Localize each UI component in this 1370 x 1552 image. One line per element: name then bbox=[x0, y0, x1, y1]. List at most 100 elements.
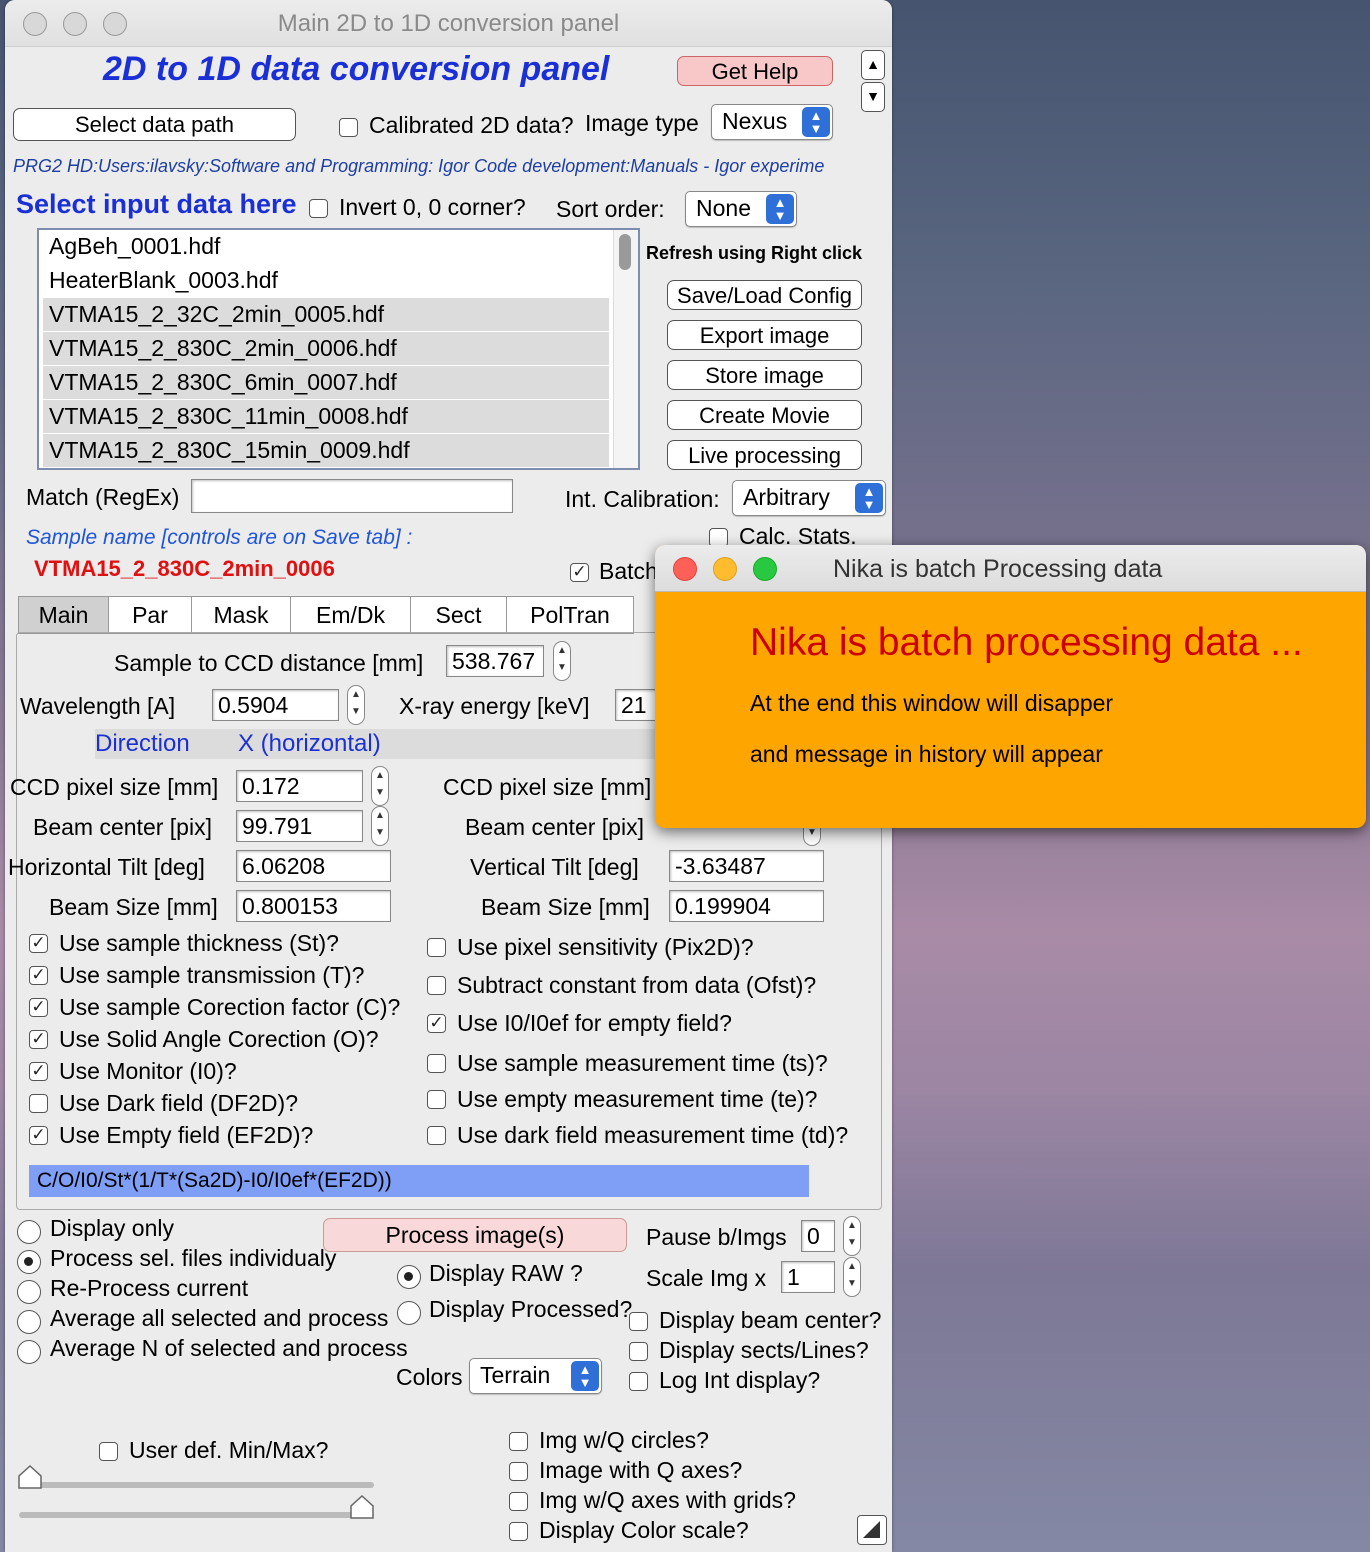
live-processing-button[interactable]: Live processing bbox=[667, 440, 862, 470]
calibrated-checkbox[interactable] bbox=[339, 118, 358, 137]
list-item[interactable]: AgBeh_0001.hdf bbox=[43, 230, 609, 263]
beam-size-y-input[interactable] bbox=[669, 890, 824, 922]
dialog-close-button[interactable] bbox=[673, 557, 697, 581]
scroll-down-button[interactable]: ▼ bbox=[861, 82, 885, 112]
resize-grip-icon[interactable] bbox=[857, 1515, 887, 1545]
dark-time-checkbox[interactable] bbox=[427, 1126, 446, 1145]
sample-transmission-checkbox[interactable]: ✓ bbox=[29, 966, 48, 985]
display-beam-center-label: Display beam center? bbox=[659, 1307, 882, 1333]
sample-time-checkbox[interactable] bbox=[427, 1054, 446, 1073]
mode-average-n-radio[interactable] bbox=[17, 1340, 41, 1364]
pause-label: Pause b/Imgs bbox=[646, 1224, 787, 1250]
q-grids-checkbox[interactable] bbox=[509, 1492, 528, 1511]
beam-center-x-stepper[interactable]: ▲ ▼ bbox=[371, 806, 389, 846]
min-slider-track[interactable] bbox=[19, 1482, 374, 1488]
wavelength-input[interactable] bbox=[212, 689, 339, 721]
colors-value: Terrain bbox=[480, 1362, 551, 1388]
dark-time-label: Use dark field measurement time (td)? bbox=[457, 1122, 849, 1148]
pixel-size-y-label: CCD pixel size [mm] bbox=[443, 774, 652, 800]
pause-input[interactable] bbox=[801, 1220, 835, 1252]
mode-reprocess-radio[interactable] bbox=[17, 1280, 41, 1304]
image-type-select[interactable]: Nexus ▲ ▼ bbox=[711, 104, 833, 140]
match-regex-input[interactable] bbox=[191, 479, 513, 513]
log-int-checkbox[interactable] bbox=[629, 1372, 648, 1391]
max-slider-track[interactable] bbox=[19, 1512, 374, 1518]
sample-thickness-checkbox[interactable]: ✓ bbox=[29, 934, 48, 953]
mode-display-only-radio[interactable] bbox=[17, 1220, 41, 1244]
list-item[interactable]: VTMA15_2_830C_2min_0006.hdf bbox=[43, 332, 609, 365]
horizontal-tilt-input[interactable] bbox=[236, 850, 391, 882]
pixel-sensitivity-checkbox[interactable] bbox=[427, 938, 446, 957]
distance-stepper[interactable]: ▲ ▼ bbox=[553, 641, 571, 681]
display-processed-radio[interactable] bbox=[397, 1301, 421, 1325]
create-movie-button[interactable]: Create Movie bbox=[667, 400, 862, 430]
save-load-config-button[interactable]: Save/Load Config bbox=[667, 280, 862, 310]
title-bar[interactable]: Main 2D to 1D conversion panel bbox=[5, 0, 892, 47]
display-sects-checkbox[interactable] bbox=[629, 1342, 648, 1361]
list-item[interactable]: VTMA15_2_830C_11min_0008.hdf bbox=[43, 400, 609, 433]
correction-factor-checkbox[interactable]: ✓ bbox=[29, 998, 48, 1017]
list-scroll-thumb[interactable] bbox=[619, 234, 631, 270]
empty-field-checkbox[interactable]: ✓ bbox=[29, 1126, 48, 1145]
scale-input[interactable] bbox=[781, 1261, 835, 1293]
sort-order-select[interactable]: None ▲ ▼ bbox=[685, 191, 797, 227]
mode-average-all-radio[interactable] bbox=[17, 1310, 41, 1334]
color-scale-checkbox[interactable] bbox=[509, 1522, 528, 1541]
list-item[interactable]: HeaterBlank_0003.hdf bbox=[43, 264, 609, 297]
colors-select[interactable]: Terrain ▲ ▼ bbox=[469, 1358, 602, 1394]
dialog-title-bar[interactable]: Nika is batch Processing data bbox=[655, 545, 1366, 592]
int-calibration-select[interactable]: Arbitrary ▲ ▼ bbox=[732, 480, 886, 516]
list-scrollbar[interactable] bbox=[613, 230, 638, 468]
beam-size-x-input[interactable] bbox=[236, 890, 391, 922]
empty-time-checkbox[interactable] bbox=[427, 1090, 446, 1109]
solid-angle-checkbox[interactable]: ✓ bbox=[29, 1030, 48, 1049]
list-item[interactable]: VTMA15_2_830C_15min_0009.hdf bbox=[43, 434, 609, 467]
beam-center-x-input[interactable] bbox=[236, 810, 363, 842]
tab-sect[interactable]: Sect bbox=[410, 596, 507, 634]
dialog-zoom-button[interactable] bbox=[753, 557, 777, 581]
dialog-headline: Nika is batch processing data ... bbox=[750, 621, 1303, 664]
tab-main[interactable]: Main bbox=[18, 596, 109, 634]
tab-poltran[interactable]: PolTran bbox=[506, 596, 634, 634]
empty-time-label: Use empty measurement time (te)? bbox=[457, 1086, 818, 1112]
list-item[interactable]: VTMA15_2_830C_6min_0007.hdf bbox=[43, 366, 609, 399]
q-circles-checkbox[interactable] bbox=[509, 1432, 528, 1451]
horizontal-tilt-label: Horizontal Tilt [deg] bbox=[8, 854, 205, 880]
batch-checkbox[interactable]: ✓ bbox=[570, 563, 589, 582]
dark-field-checkbox[interactable] bbox=[29, 1094, 48, 1113]
q-axes-label: Image with Q axes? bbox=[539, 1457, 743, 1483]
export-image-button[interactable]: Export image bbox=[667, 320, 862, 350]
tab-mask[interactable]: Mask bbox=[191, 596, 291, 634]
select-data-path-button[interactable]: Select data path bbox=[13, 108, 296, 141]
subtract-constant-checkbox[interactable] bbox=[427, 976, 446, 995]
empty-field-label: Use Empty field (EF2D)? bbox=[59, 1122, 314, 1148]
tab-par[interactable]: Par bbox=[108, 596, 192, 634]
file-list[interactable]: AgBeh_0001.hdf HeaterBlank_0003.hdf VTMA… bbox=[37, 228, 640, 470]
max-slider-handle[interactable] bbox=[349, 1494, 375, 1520]
process-images-button[interactable]: Process image(s) bbox=[323, 1218, 627, 1252]
distance-input[interactable] bbox=[446, 645, 544, 677]
i0-empty-checkbox[interactable]: ✓ bbox=[427, 1014, 446, 1033]
user-minmax-checkbox[interactable] bbox=[99, 1442, 118, 1461]
pixel-sensitivity-label: Use pixel sensitivity (Pix2D)? bbox=[457, 934, 754, 960]
pixel-size-x-input[interactable] bbox=[236, 770, 363, 802]
tab-em-dk[interactable]: Em/Dk bbox=[290, 596, 411, 634]
q-axes-checkbox[interactable] bbox=[509, 1462, 528, 1481]
mode-process-individually-radio[interactable] bbox=[17, 1250, 41, 1274]
invert-corner-checkbox[interactable] bbox=[309, 199, 328, 218]
sample-time-label: Use sample measurement time (ts)? bbox=[457, 1050, 828, 1076]
wavelength-stepper[interactable]: ▲ ▼ bbox=[347, 685, 365, 725]
list-item[interactable]: VTMA15_2_32C_2min_0005.hdf bbox=[43, 298, 609, 331]
pixel-size-x-stepper[interactable]: ▲ ▼ bbox=[371, 766, 389, 806]
scroll-up-button[interactable]: ▲ bbox=[861, 50, 885, 80]
display-beam-center-checkbox[interactable] bbox=[629, 1312, 648, 1331]
monitor-checkbox[interactable]: ✓ bbox=[29, 1062, 48, 1081]
vertical-tilt-input[interactable] bbox=[669, 850, 824, 882]
get-help-button[interactable]: Get Help bbox=[677, 56, 833, 86]
min-slider-handle[interactable] bbox=[17, 1464, 43, 1490]
store-image-button[interactable]: Store image bbox=[667, 360, 862, 390]
scale-stepper[interactable]: ▲ ▼ bbox=[843, 1257, 861, 1297]
pause-stepper[interactable]: ▲ ▼ bbox=[843, 1216, 861, 1256]
dialog-minimize-button[interactable] bbox=[713, 557, 737, 581]
display-raw-radio[interactable] bbox=[397, 1265, 421, 1289]
